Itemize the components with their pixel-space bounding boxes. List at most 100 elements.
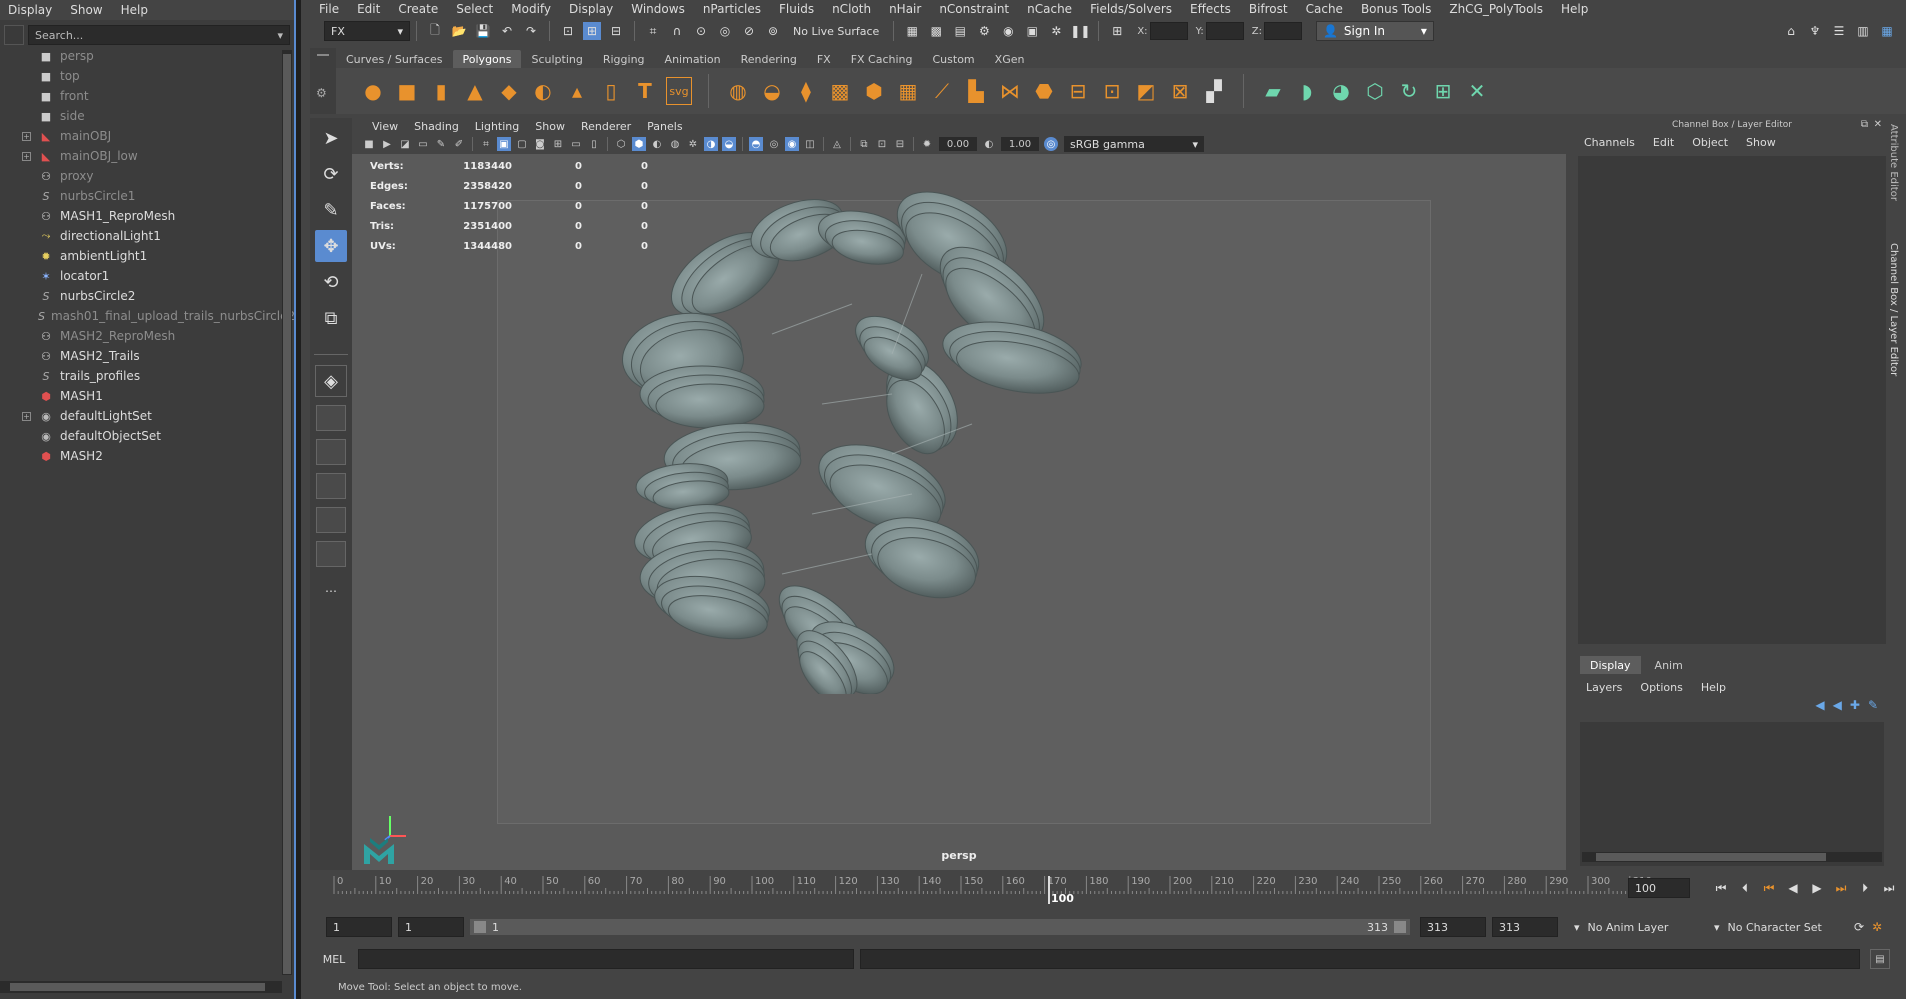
main-menu-edit[interactable]: Edit xyxy=(348,2,389,16)
outliner-item[interactable]: ⚇ MASH2_ReproMesh xyxy=(0,326,280,346)
main-menu-nhair[interactable]: nHair xyxy=(880,2,930,16)
panel-menu-shading[interactable]: Shading xyxy=(406,120,467,133)
tab-display[interactable]: Display xyxy=(1580,656,1641,674)
y-field[interactable] xyxy=(1205,22,1244,40)
time-slider[interactable]: 0 10 20 30 40 50 60 70 80 90 100 110 120 130 140 150 160… xyxy=(310,872,1906,908)
shelf-tab-rigging[interactable]: Rigging xyxy=(593,50,655,68)
extrude-icon[interactable]: ⬢ xyxy=(861,77,887,105)
uv-layout-icon[interactable]: ✕ xyxy=(1464,77,1490,105)
go-to-end-icon[interactable]: ⏭ xyxy=(1880,879,1898,897)
move-layer-up-icon[interactable]: ◀ xyxy=(1815,698,1824,720)
channel-box-menu-show[interactable]: Show xyxy=(1746,136,1776,149)
poly-type-icon[interactable]: T xyxy=(632,77,658,105)
separate-icon[interactable]: ◒ xyxy=(759,77,785,105)
outliner-horizontal-scrollbar[interactable] xyxy=(0,981,282,993)
panel-menu-lighting[interactable]: Lighting xyxy=(467,120,527,133)
main-menu-nparticles[interactable]: nParticles xyxy=(694,2,770,16)
main-menu-nconstraint[interactable]: nConstraint xyxy=(930,2,1018,16)
x-field[interactable] xyxy=(1149,22,1188,40)
poly-pipe-icon[interactable]: ▯ xyxy=(598,77,624,105)
outliner-item[interactable]: ■ persp xyxy=(0,46,280,66)
channel-box-tab[interactable]: Channel Box / Layer Editor xyxy=(1888,237,1899,382)
poly-sphere-icon[interactable]: ● xyxy=(360,77,386,105)
shelf-settings-icon[interactable]: ⚙ xyxy=(316,86,330,100)
outliner-item[interactable]: SnurbsCircle2 xyxy=(0,286,280,306)
outliner-item[interactable]: ⤳ directionalLight1 xyxy=(0,226,280,246)
mirror-icon[interactable]: ⧫ xyxy=(793,77,819,105)
outliner-item[interactable]: ■ side xyxy=(0,106,280,126)
new-empty-layer-icon[interactable]: ✚ xyxy=(1850,698,1860,720)
channel-box-menu-channels[interactable]: Channels xyxy=(1584,136,1635,149)
exposure-icon[interactable]: ✹ xyxy=(920,137,934,151)
outliner-item[interactable]: ■ top xyxy=(0,66,280,86)
screen-space-ao-icon[interactable]: ◒ xyxy=(722,137,736,151)
channel-box-toggle-icon[interactable]: ▦ xyxy=(1878,22,1896,40)
channel-box-content[interactable] xyxy=(1578,156,1886,644)
shelf-tab-fx[interactable]: FX xyxy=(807,50,841,68)
hypershade-persp-layout-icon[interactable] xyxy=(316,507,346,533)
bookmark-icon[interactable]: ◪ xyxy=(398,137,412,151)
select-component-icon[interactable]: ⊟ xyxy=(607,22,625,40)
poly-torus-icon[interactable]: ◐ xyxy=(530,77,556,105)
outliner-item[interactable]: ⚇ MASH1_ReproMesh xyxy=(0,206,280,226)
move-tool-icon[interactable]: ✥ xyxy=(315,230,347,262)
main-menu-effects[interactable]: Effects xyxy=(1181,2,1240,16)
smooth-icon[interactable]: ▩ xyxy=(827,77,853,105)
new-layer-selected-icon[interactable]: ✎ xyxy=(1868,698,1878,720)
outliner-item[interactable]: ✶ locator1 xyxy=(0,266,280,286)
poly-pyramid-icon[interactable]: ▴ xyxy=(564,77,590,105)
channel-box-menu-object[interactable]: Object xyxy=(1692,136,1728,149)
shelf-tab-animation[interactable]: Animation xyxy=(655,50,731,68)
grease-pencil-icon[interactable]: ✐ xyxy=(452,137,466,151)
snap-view-icon[interactable]: ◎ xyxy=(716,22,734,40)
xray-active-components-icon[interactable]: ⊡ xyxy=(875,137,889,151)
undo-icon[interactable]: ↶ xyxy=(498,22,516,40)
filter-icon[interactable] xyxy=(4,25,24,45)
multisample-aa-icon[interactable]: ◎ xyxy=(767,137,781,151)
shelf-tab-xgen[interactable]: XGen xyxy=(985,50,1035,68)
shelf-tab-fx-caching[interactable]: FX Caching xyxy=(841,50,923,68)
wireframe-on-shaded-icon[interactable]: ◐ xyxy=(650,137,664,151)
script-language-toggle[interactable]: MEL xyxy=(310,953,358,966)
panel-menu-show[interactable]: Show xyxy=(527,120,573,133)
play-forwards-icon[interactable]: ▶ xyxy=(1808,879,1826,897)
attribute-editor-toggle-icon[interactable]: ☰ xyxy=(1830,22,1848,40)
play-backwards-icon[interactable]: ◀ xyxy=(1784,879,1802,897)
main-menu-ncache[interactable]: nCache xyxy=(1018,2,1081,16)
motion-blur-icon[interactable]: ◓ xyxy=(749,137,763,151)
transform-mode-icon[interactable]: ⊞ xyxy=(1108,22,1126,40)
main-menu-bonus-tools[interactable]: Bonus Tools xyxy=(1352,2,1440,16)
single-perspective-layout-icon[interactable]: ◈ xyxy=(315,365,347,397)
unfold-uv-icon[interactable]: ↻ xyxy=(1396,77,1422,105)
expand-icon[interactable]: + xyxy=(22,151,31,161)
camera-select-icon[interactable]: ▶ xyxy=(380,137,394,151)
multi-cut-icon[interactable]: ⟋ xyxy=(929,77,955,105)
gamma-icon[interactable]: ◐ xyxy=(982,137,996,151)
slide-edge-icon[interactable]: ◩ xyxy=(1133,77,1159,105)
modeling-toolkit-icon[interactable]: ⌂ xyxy=(1782,22,1800,40)
main-menu-windows[interactable]: Windows xyxy=(622,2,694,16)
hypershade-icon[interactable]: ◉ xyxy=(999,22,1017,40)
film-gate-icon[interactable]: ▣ xyxy=(497,137,511,151)
render-current-frame-icon[interactable]: ▩ xyxy=(927,22,945,40)
wireframe-icon[interactable]: ⬡ xyxy=(614,137,628,151)
panel-menu-panels[interactable]: Panels xyxy=(639,120,690,133)
script-editor-icon[interactable]: ▤ xyxy=(1870,949,1890,969)
render-settings-icon[interactable]: ⚙ xyxy=(975,22,993,40)
outliner-item[interactable]: ■ front xyxy=(0,86,280,106)
light-editor-icon[interactable]: ✲ xyxy=(1047,22,1065,40)
tool-settings-toggle-icon[interactable]: ▥ xyxy=(1854,22,1872,40)
safe-action-icon[interactable]: ▭ xyxy=(569,137,583,151)
snap-surface-icon[interactable]: ⊘ xyxy=(740,22,758,40)
tab-anim[interactable]: Anim xyxy=(1645,656,1693,674)
outliner-search-input[interactable]: Search... ▾ xyxy=(28,25,290,45)
range-start-handle[interactable] xyxy=(474,921,486,933)
shadows-icon[interactable]: ◑ xyxy=(704,137,718,151)
main-menu-fluids[interactable]: Fluids xyxy=(770,2,823,16)
backface-culling-icon[interactable]: ⊟ xyxy=(893,137,907,151)
go-to-start-icon[interactable]: ⏮ xyxy=(1712,879,1730,897)
camera-attributes-icon[interactable]: ■ xyxy=(362,137,376,151)
playback-range-bar[interactable]: 1 313 xyxy=(470,919,1410,935)
layer-list[interactable] xyxy=(1580,722,1884,866)
new-scene-icon[interactable]: 🗋 xyxy=(426,22,444,40)
